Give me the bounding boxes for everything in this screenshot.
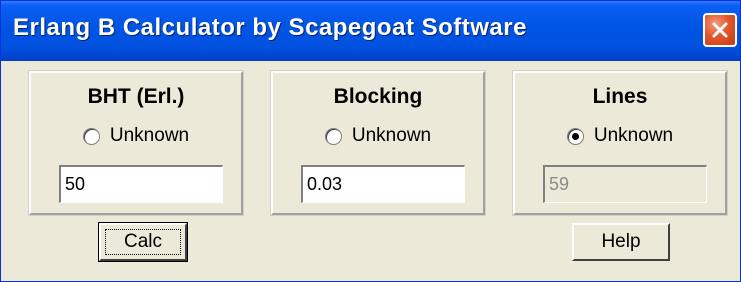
bht-group: BHT (Erl.) Unknown 50	[28, 70, 244, 216]
bht-unknown-option[interactable]: Unknown	[31, 125, 241, 147]
lines-unknown-option[interactable]: Unknown	[515, 125, 725, 147]
lines-unknown-label: Unknown	[593, 125, 674, 146]
close-button[interactable]	[703, 13, 737, 47]
bht-unknown-radio[interactable]	[82, 127, 100, 145]
blocking-group: Blocking Unknown 0.03	[270, 70, 486, 216]
title-bar[interactable]: Erlang B Calculator by Scapegoat Softwar…	[1, 1, 740, 61]
bht-title: BHT (Erl.)	[87, 85, 185, 108]
lines-output: 59	[543, 165, 707, 203]
calc-button[interactable]: Calc	[98, 222, 188, 262]
bht-unknown-label: Unknown	[109, 125, 190, 146]
blocking-unknown-label: Unknown	[351, 125, 432, 146]
client-area: BHT (Erl.) Unknown 50 Blocking Unknown 0…	[1, 61, 740, 281]
blocking-title: Blocking	[333, 85, 423, 108]
help-button[interactable]: Help	[572, 223, 670, 261]
blocking-input[interactable]: 0.03	[301, 165, 465, 203]
erlang-calculator-window: Erlang B Calculator by Scapegoat Softwar…	[0, 0, 741, 282]
help-button-label: Help	[601, 231, 641, 252]
lines-group: Lines Unknown 59	[512, 70, 728, 216]
focus-indicator	[105, 229, 181, 255]
bht-input[interactable]: 50	[59, 165, 223, 203]
blocking-unknown-option[interactable]: Unknown	[273, 125, 483, 147]
close-icon	[712, 22, 728, 38]
lines-unknown-radio[interactable]	[566, 127, 584, 145]
lines-title: Lines	[592, 85, 648, 108]
window-title: Erlang B Calculator by Scapegoat Softwar…	[13, 14, 527, 41]
blocking-unknown-radio[interactable]	[324, 127, 342, 145]
